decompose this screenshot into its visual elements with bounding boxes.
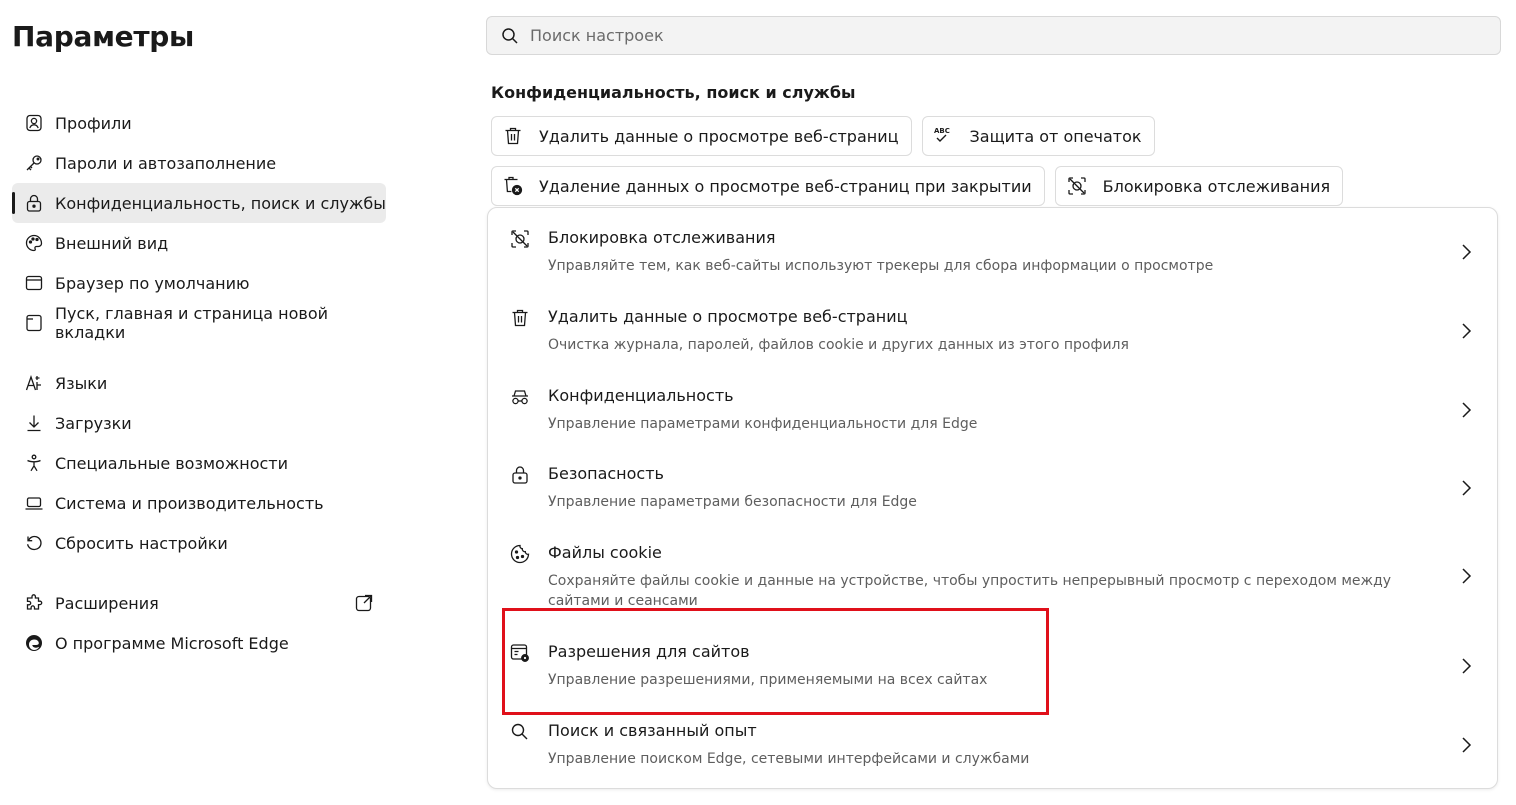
sidebar-item-appearance[interactable]: Внешний вид: [12, 223, 386, 263]
sidebar-item-label: О программе Microsoft Edge: [55, 633, 289, 653]
search-icon: [509, 721, 531, 743]
laptop-icon: [24, 493, 44, 513]
sidebar-item-privacy[interactable]: Конфиденциальность, поиск и службы: [12, 183, 386, 223]
row-title: Безопасность: [548, 464, 664, 483]
row-cookies[interactable]: Файлы cookie Сохраняйте файлы cookie и д…: [488, 523, 1497, 622]
chevron-right-icon: [1459, 400, 1473, 420]
sidebar-item-label: Специальные возможности: [55, 453, 289, 473]
tracking-prevention-icon: [509, 228, 531, 250]
row-title: Блокировка отслеживания: [548, 228, 776, 247]
profile-icon: [24, 113, 44, 133]
chevron-right-icon: [1459, 735, 1473, 755]
sidebar-item-label: Браузер по умолчанию: [55, 273, 250, 293]
chip-typo-protection[interactable]: ABC Защита от опечаток: [921, 116, 1155, 156]
row-site-permissions[interactable]: Разрешения для сайтов Управление разреше…: [488, 622, 1497, 701]
section-title: Конфиденциальность, поиск и службы: [491, 83, 856, 102]
sidebar-item-label: Конфиденциальность, поиск и службы: [55, 193, 386, 213]
sidebar-item-about[interactable]: О программе Microsoft Edge: [12, 623, 386, 663]
sidebar-item-system[interactable]: Система и производительность: [12, 483, 386, 523]
chevron-right-icon: [1459, 478, 1473, 498]
sidebar-item-label: Система и производительность: [55, 493, 324, 513]
spellcheck-icon-label: ABC: [934, 127, 950, 135]
row-search-services[interactable]: Поиск и связанный опыт Управление поиско…: [488, 701, 1497, 788]
sidebar-item-label: Профили: [55, 113, 132, 133]
sidebar-item-extensions[interactable]: Расширения: [12, 583, 386, 623]
incognito-icon: [509, 386, 531, 408]
row-description: Управление разрешениями, применяемыми на…: [548, 672, 988, 688]
chevron-right-icon: [1459, 321, 1473, 341]
chip-label: Удаление данных о просмотре веб-страниц …: [539, 176, 1032, 196]
row-description: Очистка журнала, паролей, файлов cookie …: [548, 337, 1129, 353]
lock-icon: [24, 193, 44, 213]
key-icon: [24, 153, 44, 173]
search-box: [486, 16, 1501, 55]
row-title: Разрешения для сайтов: [548, 642, 750, 661]
sidebar-item-default-browser[interactable]: Браузер по умолчанию: [12, 263, 386, 303]
puzzle-icon: [24, 593, 44, 613]
row-title: Файлы cookie: [548, 543, 662, 562]
tracking-prevention-icon: [1066, 175, 1088, 197]
sidebar-item-label: Внешний вид: [55, 233, 169, 253]
sidebar-item-label: Расширения: [55, 593, 159, 613]
external-link-icon: [354, 593, 374, 613]
download-icon: [24, 413, 44, 433]
app-title: Параметры: [12, 20, 195, 53]
new-tab-icon: [24, 313, 44, 333]
chip-label: Защита от опечаток: [969, 126, 1142, 146]
spellcheck-icon: ABC: [933, 125, 955, 147]
row-title: Удалить данные о просмотре веб-страниц: [548, 307, 908, 326]
chip-clear-browsing-data[interactable]: Удалить данные о просмотре веб-страниц: [491, 116, 912, 156]
edge-logo-icon: [24, 633, 44, 653]
row-description: Управление параметрами безопасности для …: [548, 494, 917, 510]
chip-label: Удалить данные о просмотре веб-страниц: [539, 126, 899, 146]
row-tracking-prevention[interactable]: Блокировка отслеживания Управляйте тем, …: [488, 208, 1497, 287]
settings-list: Блокировка отслеживания Управляйте тем, …: [487, 207, 1498, 789]
sidebar-item-profiles[interactable]: Профили: [12, 103, 386, 143]
row-description: Сохраняйте файлы cookie и данные на устр…: [548, 573, 1392, 609]
row-privacy[interactable]: Конфиденциальность Управление параметрам…: [488, 366, 1497, 444]
chevron-right-icon: [1459, 656, 1473, 676]
trash-icon: [502, 125, 524, 147]
sidebar-item-label: Пароли и автозаполнение: [55, 153, 277, 173]
search-icon: [502, 27, 518, 44]
reset-icon: [24, 533, 44, 553]
sidebar-item-reset[interactable]: Сбросить настройки: [12, 523, 386, 563]
lock-icon: [509, 464, 531, 486]
row-security[interactable]: Безопасность Управление параметрами безо…: [488, 444, 1497, 523]
chevron-right-icon: [1459, 242, 1473, 262]
row-title: Конфиденциальность: [548, 386, 734, 405]
chevron-right-icon: [1459, 566, 1473, 586]
chip-label: Блокировка отслеживания: [1102, 176, 1331, 196]
languages-icon: [24, 373, 44, 393]
site-permissions-icon: [509, 642, 531, 664]
palette-icon: [24, 233, 44, 253]
quick-links: Удалить данные о просмотре веб-страниц A…: [491, 116, 1501, 216]
row-description: Управляйте тем, как веб-сайты используют…: [548, 258, 1214, 274]
sidebar-item-passwords[interactable]: Пароли и автозаполнение: [12, 143, 386, 183]
accessibility-icon: [24, 453, 44, 473]
search-input[interactable]: [530, 26, 1430, 45]
sidebar-item-label: Языки: [55, 373, 108, 393]
sidebar-item-accessibility[interactable]: Специальные возможности: [12, 443, 386, 483]
sidebar-item-label: Сбросить настройки: [55, 533, 228, 553]
trash-icon: [509, 307, 531, 329]
sidebar: Профили Пароли и автозаполнение Конфиден…: [12, 103, 386, 663]
row-clear-browsing-data[interactable]: Удалить данные о просмотре веб-страниц О…: [488, 287, 1497, 366]
sidebar-item-languages[interactable]: Языки: [12, 363, 386, 403]
chip-tracking-prevention[interactable]: Блокировка отслеживания: [1054, 166, 1344, 206]
browser-icon: [24, 273, 44, 293]
cookie-icon: [509, 543, 531, 565]
row-description: Управление поиском Edge, сетевыми интерф…: [548, 751, 1030, 767]
sidebar-item-label: Загрузки: [55, 413, 132, 433]
sidebar-item-new-tab[interactable]: Пуск, главная и страница новой вкладки: [12, 303, 386, 343]
sidebar-item-label: Пуск, главная и страница новой вкладки: [55, 304, 329, 342]
sidebar-item-downloads[interactable]: Загрузки: [12, 403, 386, 443]
trash-clock-icon: [502, 175, 524, 197]
row-title: Поиск и связанный опыт: [548, 721, 757, 740]
row-description: Управление параметрами конфиденциальност…: [548, 416, 978, 432]
chip-clear-on-close[interactable]: Удаление данных о просмотре веб-страниц …: [491, 166, 1045, 206]
